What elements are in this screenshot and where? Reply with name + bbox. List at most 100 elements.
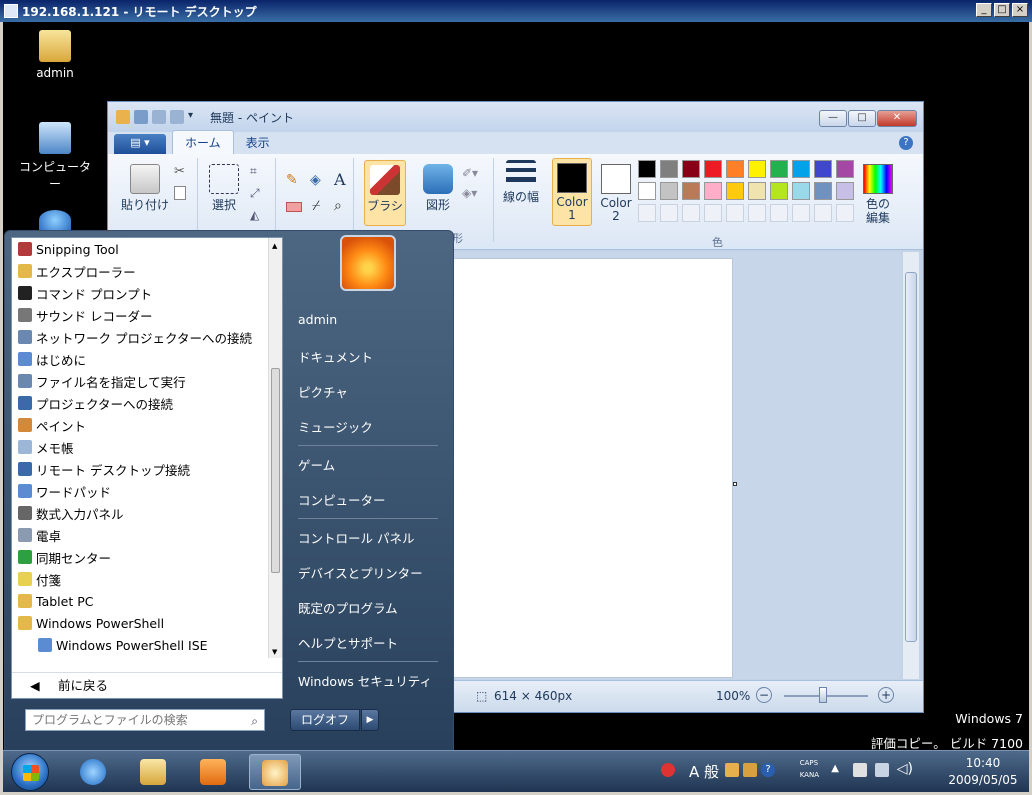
- program-item[interactable]: Snipping Tool: [12, 238, 282, 260]
- redo-icon[interactable]: [170, 110, 184, 124]
- show-hidden-icons-button[interactable]: ▲: [831, 763, 839, 774]
- palette-color-cell[interactable]: [682, 160, 700, 178]
- shapes-button[interactable]: 図形: [420, 164, 456, 212]
- crop-icon[interactable]: ⌗: [250, 164, 257, 179]
- start-item-documents[interactable]: ドキュメント: [298, 347, 448, 366]
- palette-color-cell[interactable]: [836, 160, 854, 178]
- program-item[interactable]: 電卓: [12, 524, 282, 546]
- program-item[interactable]: 数式入力パネル: [12, 502, 282, 524]
- palette-color-cell[interactable]: [638, 160, 656, 178]
- start-item-control-panel[interactable]: コントロール パネル: [298, 528, 448, 547]
- file-menu-button[interactable]: ▤ ▾: [114, 134, 166, 154]
- ime-mode-indicator[interactable]: A 般: [689, 761, 719, 782]
- outline-icon[interactable]: ✐▾: [462, 166, 478, 180]
- palette-color-cell[interactable]: [748, 160, 766, 178]
- palette-color-cell[interactable]: [836, 204, 854, 222]
- cut-icon[interactable]: ✂: [174, 164, 185, 179]
- ime-pad-icon[interactable]: [661, 763, 675, 777]
- desktop-icon-network[interactable]: [15, 210, 95, 230]
- tab-view[interactable]: 表示: [234, 131, 282, 154]
- taskbar-explorer-button[interactable]: [127, 754, 179, 790]
- scrollbar-thumb[interactable]: [905, 272, 917, 642]
- shutdown-options-button[interactable]: ▶: [361, 709, 379, 731]
- palette-color-cell[interactable]: [704, 160, 722, 178]
- ime-help-icon[interactable]: ?: [761, 763, 775, 777]
- line-width-button[interactable]: 線の幅: [498, 160, 544, 204]
- eraser-icon[interactable]: [286, 202, 302, 212]
- program-item[interactable]: サウンド レコーダー: [12, 304, 282, 326]
- start-item-help[interactable]: ヘルプとサポート: [298, 633, 448, 652]
- program-item[interactable]: Tablet PC: [12, 590, 282, 612]
- desktop-icon-computer[interactable]: コンピューター: [15, 122, 95, 192]
- palette-color-cell[interactable]: [836, 182, 854, 200]
- palette-color-cell[interactable]: [660, 204, 678, 222]
- paint-maximize-button[interactable]: □: [848, 110, 876, 127]
- rdp-close-button[interactable]: ×: [1012, 3, 1028, 17]
- palette-color-cell[interactable]: [792, 204, 810, 222]
- zoom-out-button[interactable]: −: [756, 687, 772, 703]
- palette-color-cell[interactable]: [814, 182, 832, 200]
- rotate-icon[interactable]: ◭: [250, 208, 259, 222]
- palette-color-cell[interactable]: [682, 204, 700, 222]
- programs-scrollbar-thumb[interactable]: [271, 368, 280, 573]
- palette-color-cell[interactable]: [792, 182, 810, 200]
- palette-color-cell[interactable]: [704, 204, 722, 222]
- program-item[interactable]: リモート デスクトップ接続: [12, 458, 282, 480]
- ime-dictionary-icon[interactable]: [743, 763, 757, 777]
- palette-color-cell[interactable]: [638, 182, 656, 200]
- zoom-slider-thumb[interactable]: [819, 687, 827, 703]
- taskbar-paint-button[interactable]: [249, 754, 301, 790]
- palette-color-cell[interactable]: [660, 160, 678, 178]
- save-icon[interactable]: [134, 110, 148, 124]
- fill-icon[interactable]: ◈: [310, 172, 321, 188]
- palette-color-cell[interactable]: [682, 182, 700, 200]
- scroll-up-icon[interactable]: ▲: [272, 242, 277, 250]
- magnifier-icon[interactable]: ⌕: [334, 198, 342, 214]
- palette-color-cell[interactable]: [814, 160, 832, 178]
- rdp-minimize-button[interactable]: _: [976, 3, 992, 17]
- start-item-security[interactable]: Windows セキュリティ: [298, 671, 448, 690]
- program-item[interactable]: Windows PowerShell ISE: [12, 634, 282, 656]
- select-button[interactable]: 選択: [204, 164, 244, 212]
- palette-color-cell[interactable]: [770, 160, 788, 178]
- rdp-restore-button[interactable]: □: [994, 3, 1010, 17]
- brush-button[interactable]: ブラシ: [364, 160, 406, 226]
- palette-color-cell[interactable]: [704, 182, 722, 200]
- copy-icon[interactable]: [174, 186, 186, 200]
- undo-icon[interactable]: [152, 110, 166, 124]
- text-icon[interactable]: A: [334, 170, 346, 189]
- logoff-button[interactable]: ログオフ: [290, 709, 360, 731]
- color1-button[interactable]: Color 1: [552, 158, 592, 226]
- color2-button[interactable]: Color 2: [596, 158, 636, 226]
- paint-app-icon[interactable]: [116, 110, 130, 124]
- palette-color-cell[interactable]: [814, 204, 832, 222]
- help-icon[interactable]: ?: [899, 136, 913, 150]
- start-item-default-programs[interactable]: 既定のプログラム: [298, 598, 448, 617]
- palette-color-cell[interactable]: [770, 182, 788, 200]
- program-item[interactable]: ワードパッド: [12, 480, 282, 502]
- start-item-music[interactable]: ミュージック: [298, 417, 448, 436]
- zoom-in-button[interactable]: +: [878, 687, 894, 703]
- resize-icon[interactable]: ⤢: [250, 186, 260, 201]
- clock[interactable]: 10:40 2009/05/05: [943, 755, 1023, 789]
- program-item[interactable]: はじめに: [12, 348, 282, 370]
- program-item[interactable]: プロジェクターへの接続: [12, 392, 282, 414]
- desktop-icon-admin[interactable]: admin: [15, 30, 95, 80]
- shape-fill-icon[interactable]: ◈▾: [462, 186, 477, 200]
- start-item-devices[interactable]: デバイスとプリンター: [298, 563, 448, 582]
- program-item[interactable]: 付箋: [12, 568, 282, 590]
- taskbar-media-player-button[interactable]: [187, 754, 239, 790]
- paste-button[interactable]: 貼り付け: [120, 164, 170, 212]
- palette-color-cell[interactable]: [792, 160, 810, 178]
- volume-icon[interactable]: ◁): [897, 761, 913, 777]
- tab-home[interactable]: ホーム: [172, 130, 234, 154]
- start-item-pictures[interactable]: ピクチャ: [298, 382, 448, 401]
- start-button[interactable]: [11, 753, 49, 791]
- palette-color-cell[interactable]: [748, 204, 766, 222]
- back-button[interactable]: ◀ 前に戻る: [12, 672, 282, 698]
- pencil-icon[interactable]: ✎: [286, 172, 298, 188]
- paint-minimize-button[interactable]: —: [819, 110, 847, 127]
- program-item[interactable]: ファイル名を指定して実行: [12, 370, 282, 392]
- color-picker-icon[interactable]: ⌿: [312, 198, 320, 214]
- canvas-resize-handle[interactable]: [733, 482, 737, 486]
